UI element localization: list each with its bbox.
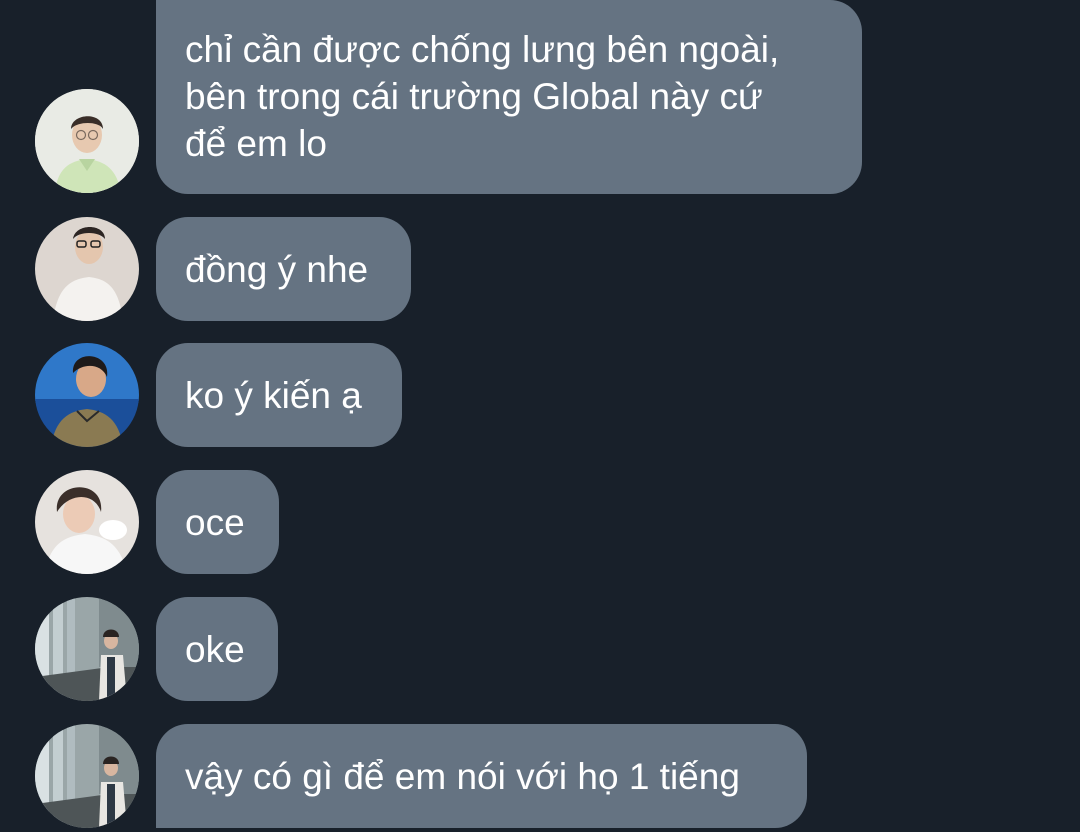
message-row: ko ý kiến ạ	[0, 343, 1080, 447]
message-bubble[interactable]: vậy có gì để em nói với họ 1 tiếng	[156, 724, 807, 828]
avatar-ocean-background-image	[35, 343, 139, 447]
avatar-white-shirt-glasses-image	[35, 217, 139, 321]
message-bubble[interactable]: chỉ cần được chống lưng bên ngoài, bên t…	[156, 0, 862, 194]
message-text: ko ý kiến ạ	[185, 374, 362, 416]
message-row: chỉ cần được chống lưng bên ngoài, bên t…	[0, 0, 1080, 195]
message-row: oke	[0, 597, 1080, 701]
avatar-corridor-image	[35, 597, 139, 701]
avatar-corridor-image	[35, 724, 139, 828]
sender-avatar[interactable]	[35, 597, 139, 701]
avatar-green-shirt-image	[35, 89, 139, 193]
sender-avatar[interactable]	[35, 470, 139, 574]
sender-avatar[interactable]	[35, 89, 139, 193]
message-text: vậy có gì để em nói với họ 1 tiếng	[185, 755, 740, 797]
message-text: chỉ cần được chống lưng bên ngoài, bên t…	[185, 29, 780, 164]
sender-avatar[interactable]	[35, 217, 139, 321]
message-bubble[interactable]: đồng ý nhe	[156, 217, 411, 321]
message-row: oce	[0, 470, 1080, 574]
sender-avatar[interactable]	[35, 343, 139, 447]
message-row: vậy có gì để em nói với họ 1 tiếng	[0, 724, 1080, 832]
message-text: đồng ý nhe	[185, 248, 369, 290]
message-bubble[interactable]: oce	[156, 470, 279, 574]
message-bubble[interactable]: oke	[156, 597, 278, 701]
message-text: oke	[185, 628, 245, 670]
message-bubble[interactable]: ko ý kiến ạ	[156, 343, 402, 447]
avatar-white-sweater-image	[35, 470, 139, 574]
message-text: oce	[185, 501, 245, 543]
message-row: đồng ý nhe	[0, 217, 1080, 321]
sender-avatar[interactable]	[35, 724, 139, 828]
